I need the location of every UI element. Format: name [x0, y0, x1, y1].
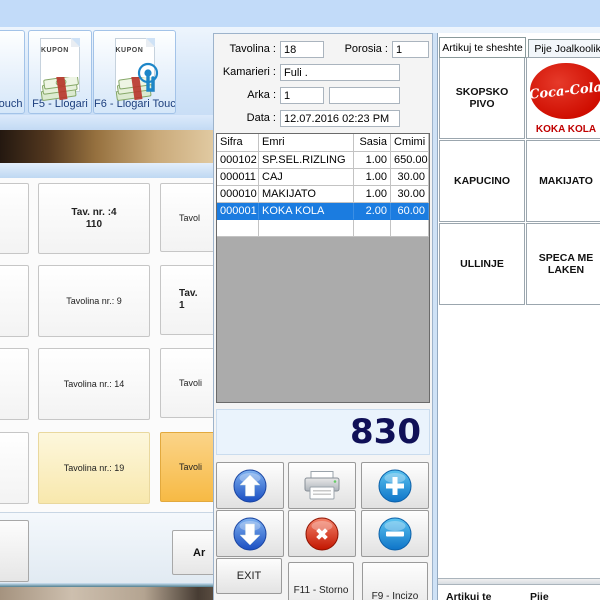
porosia-field[interactable] [392, 41, 429, 58]
total-box: 830 [216, 409, 430, 455]
table-row[interactable]: 000010 MAKIJATO 1.00 30.00 [217, 186, 429, 203]
table-row[interactable]: 000102 SP.SEL.RIZLING 1.00 650.00 [217, 152, 429, 169]
exit-button[interactable]: EXIT [216, 558, 282, 594]
product-label: KOKA KOLA [529, 124, 600, 135]
product-button-skopsko-pivo[interactable]: SKOPSKO PIVO [439, 57, 525, 139]
table-button-partial[interactable] [0, 432, 29, 504]
kupon-receipt-money-icon: KUPON [37, 38, 83, 98]
table-button-19-occupied[interactable]: Tavolina nr.: 19 [38, 432, 150, 504]
table-row-selected[interactable]: 000001 KOKA KOLA 2.00 60.00 [217, 203, 429, 220]
kupon-receipt-touch-icon: KUPON [112, 38, 158, 98]
table-row-empty [217, 220, 429, 237]
tab-pije-joalkoolike[interactable]: Pije Joalkoolike [528, 39, 600, 58]
panel-splitter[interactable] [438, 578, 600, 585]
product-button-speca-me-laken[interactable]: SPECA ME LAKEN [526, 223, 600, 305]
minus-icon [377, 516, 413, 552]
tavolina-field[interactable] [280, 41, 324, 58]
table-button-4[interactable]: Tav. nr. :4 110 [38, 183, 150, 254]
table-button-9[interactable]: Tavolina nr.: 9 [38, 265, 150, 337]
money-stack-icon [37, 77, 83, 101]
table-row[interactable]: 000011 CAJ 1.00 30.00 [217, 169, 429, 186]
tavolina-label: Tavolina : [214, 43, 276, 55]
product-button-ullinje[interactable]: ULLINJE [439, 223, 525, 305]
f11-storno-button[interactable]: F11 - Storno [288, 562, 354, 600]
f9-incizo-button[interactable]: F9 - Incizo [362, 562, 428, 600]
bottom-tab-partial-artikuj[interactable]: Artikuj te [446, 591, 518, 600]
printer-icon [302, 470, 342, 502]
column-header-sifra[interactable]: Sifra [217, 134, 259, 152]
toolbar-button-label: Touch [0, 98, 25, 113]
toolbar-button-f5-llogari[interactable]: KUPON F5 - Llogari [28, 30, 92, 114]
column-header-sasia[interactable]: Sasia [354, 134, 391, 152]
move-up-button[interactable] [216, 462, 284, 509]
table-header-row: Sifra Emri Sasia Cmimi [217, 134, 429, 152]
total-amount: 830 [217, 410, 429, 454]
table-button-partial[interactable] [0, 183, 29, 254]
product-button-makijato[interactable]: MAKIJATO [526, 140, 600, 222]
order-panel: Tavolina : Porosia : Kamarieri : Arka : … [213, 33, 433, 600]
print-button[interactable] [288, 462, 356, 509]
remove-item-button[interactable] [361, 510, 429, 557]
pos-app-window: Touch KUPON F5 - Llogari [0, 0, 600, 600]
coca-cola-logo: Coca-Cola [530, 63, 600, 119]
arka-label: Arka : [214, 89, 276, 101]
kamarieri-field[interactable] [280, 64, 400, 81]
toolbar-button-partial[interactable]: Touch [0, 30, 25, 114]
ribbon-top-band [0, 0, 600, 27]
date-field[interactable] [280, 110, 400, 127]
order-items-table: Sifra Emri Sasia Cmimi 000102 SP.SEL.RIZ… [216, 133, 430, 403]
add-item-button[interactable] [361, 462, 429, 509]
table-button-14[interactable]: Tavolina nr.: 14 [38, 348, 150, 420]
data-label: Data : [214, 112, 276, 124]
porosia-label: Porosia : [342, 43, 388, 55]
kamarieri-label: Kamarieri : [214, 66, 276, 78]
articles-panel: Artikuj te sheshte Pije Joalkoolike SKOP… [437, 33, 600, 600]
down-arrow-icon [232, 516, 268, 552]
up-arrow-icon [232, 468, 268, 504]
column-header-cmimi[interactable]: Cmimi [391, 134, 429, 152]
product-button-kapucino[interactable]: KAPUCINO [439, 140, 525, 222]
toolbar-button-f6-llogari-touch[interactable]: KUPON F6 - Llogari Touch [93, 30, 176, 114]
cancel-x-icon [304, 516, 340, 552]
arka-field-2[interactable] [329, 87, 400, 104]
table-button-partial[interactable] [0, 265, 29, 337]
tab-artikuj-te-sheshte[interactable]: Artikuj te sheshte [439, 37, 526, 58]
bottom-bar-button-partial[interactable] [0, 520, 29, 582]
plus-icon [377, 468, 413, 504]
touch-finger-icon [134, 62, 162, 96]
cancel-item-button[interactable] [288, 510, 356, 557]
product-button-koka-kola[interactable]: Coca-Cola KOKA KOLA [526, 57, 600, 139]
arka-field[interactable] [280, 87, 324, 104]
table-button-partial[interactable] [0, 348, 29, 420]
column-header-emri[interactable]: Emri [259, 134, 354, 152]
move-down-button[interactable] [216, 510, 284, 557]
bottom-tab-partial-pije[interactable]: Pije [530, 591, 570, 600]
